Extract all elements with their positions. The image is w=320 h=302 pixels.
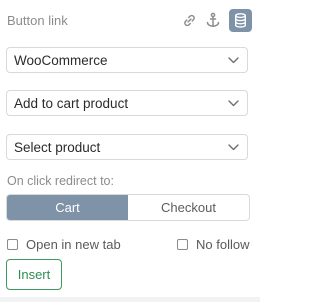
database-icon[interactable] [229, 8, 252, 32]
anchor-icon[interactable] [203, 9, 223, 31]
action-select[interactable]: Add to cart product [6, 90, 248, 116]
no-follow-checkbox[interactable] [177, 239, 188, 250]
panel-header: Button link [7, 8, 252, 32]
source-select-value: WooCommerce [14, 52, 108, 68]
panel-footer-divider [0, 297, 260, 302]
redirect-toggle: Cart Checkout [6, 194, 250, 221]
chevron-down-icon [227, 97, 239, 109]
redirect-option-checkout[interactable]: Checkout [128, 195, 249, 220]
redirect-label: On click redirect to: [7, 174, 114, 188]
insert-button[interactable]: Insert [6, 259, 62, 290]
button-link-panel: Button link WooCommerce Add to cart prod… [0, 0, 260, 302]
new-tab-label: Open in new tab [26, 237, 121, 252]
chevron-down-icon [227, 141, 239, 153]
redirect-option-cart[interactable]: Cart [7, 195, 128, 220]
new-tab-checkbox[interactable] [7, 239, 18, 250]
panel-title: Button link [7, 12, 68, 28]
new-tab-option[interactable]: Open in new tab [7, 237, 121, 252]
link-icon[interactable] [179, 9, 199, 31]
source-select[interactable]: WooCommerce [6, 47, 248, 73]
product-select[interactable]: Select product [6, 134, 248, 160]
action-select-value: Add to cart product [14, 95, 129, 111]
chevron-down-icon [227, 54, 239, 66]
no-follow-option[interactable]: No follow [177, 237, 249, 252]
no-follow-label: No follow [196, 237, 250, 252]
product-select-value: Select product [14, 139, 101, 155]
